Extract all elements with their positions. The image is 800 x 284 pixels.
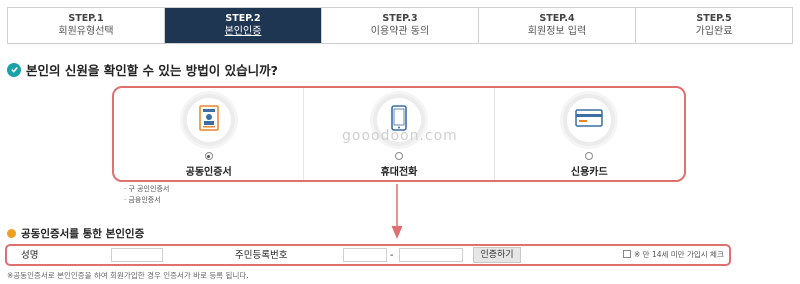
- sub-link-old-certificate[interactable]: 구 공인인증서: [124, 184, 169, 195]
- certificate-icon: [198, 105, 220, 135]
- section-title: 공동인증서를 통한 본인인증: [21, 228, 145, 240]
- step-3[interactable]: STEP.3 이용약관 동의: [322, 8, 479, 43]
- verify-button[interactable]: 인증하기: [473, 247, 521, 263]
- under14-label: ※ 만 14세 미만 가입시 체크: [634, 250, 724, 259]
- method-label: 휴대전화: [380, 167, 418, 178]
- rrn-front-input[interactable]: [343, 248, 387, 262]
- rrn-back-input[interactable]: [399, 248, 463, 262]
- credit-card-icon: [575, 108, 604, 132]
- step-number: STEP.4: [539, 13, 575, 24]
- step-label: 가입완료: [695, 26, 733, 37]
- step-1[interactable]: STEP.1 회원유형선택: [8, 8, 165, 43]
- name-label: 성명: [21, 250, 39, 261]
- method-label: 공동인증서: [185, 167, 232, 178]
- method-icon-circle: [182, 94, 235, 146]
- certificate-sub-links: 구 공인인증서 금융인증서: [124, 184, 169, 206]
- step-4[interactable]: STEP.4 회원정보 입력: [479, 8, 636, 43]
- signup-steps: STEP.1 회원유형선택 STEP.2 본인인증 STEP.3 이용약관 동의…: [7, 7, 793, 44]
- name-input[interactable]: [111, 248, 163, 262]
- step-label: 회원정보 입력: [527, 26, 587, 37]
- question-text: 본인의 신원을 확인할 수 있는 방법이 있습니까?: [26, 63, 278, 78]
- step-label: 이용약관 동의: [370, 26, 430, 37]
- under14-checkbox[interactable]: [623, 250, 631, 258]
- method-radio[interactable]: [204, 152, 213, 160]
- method-credit-card[interactable]: 신용카드: [495, 88, 684, 180]
- certificate-auth-form: 성명 주민등록번호 - 인증하기 ※ 만 14세 미만 가입시 체크: [5, 244, 731, 266]
- step-number: STEP.5: [696, 13, 732, 24]
- method-radio[interactable]: [394, 152, 403, 160]
- method-certificate[interactable]: 공동인증서: [114, 88, 305, 180]
- bullet-dot-icon: [7, 229, 16, 238]
- rrn-label: 주민등록번호: [235, 250, 288, 261]
- sub-link-financial-certificate[interactable]: 금융인증서: [124, 195, 169, 206]
- footnote: ※공동인증서로 본인인증을 하여 회원가입한 경우 인증서가 바로 등록 됩니다…: [7, 271, 249, 280]
- step-number: STEP.3: [382, 13, 418, 24]
- section-heading: 공동인증서를 통한 본인인증: [7, 226, 144, 241]
- step-label: 회원유형선택: [58, 26, 114, 37]
- method-radio[interactable]: [585, 152, 594, 160]
- method-icon-circle: [563, 94, 616, 146]
- step-number: STEP.2: [225, 13, 261, 24]
- step-number: STEP.1: [68, 13, 104, 24]
- step-2[interactable]: STEP.2 본인인증: [165, 8, 322, 43]
- question-heading: 본인의 신원을 확인할 수 있는 방법이 있습니까?: [7, 60, 278, 79]
- check-circle-icon: [7, 62, 21, 77]
- step-5[interactable]: STEP.5 가입완료: [636, 8, 792, 43]
- step-label: 본인인증: [224, 26, 262, 37]
- rrn-dash: -: [390, 250, 394, 261]
- down-arrow-icon: [391, 184, 403, 239]
- method-label: 신용카드: [570, 167, 608, 178]
- watermark: gooodoon.com: [342, 128, 458, 144]
